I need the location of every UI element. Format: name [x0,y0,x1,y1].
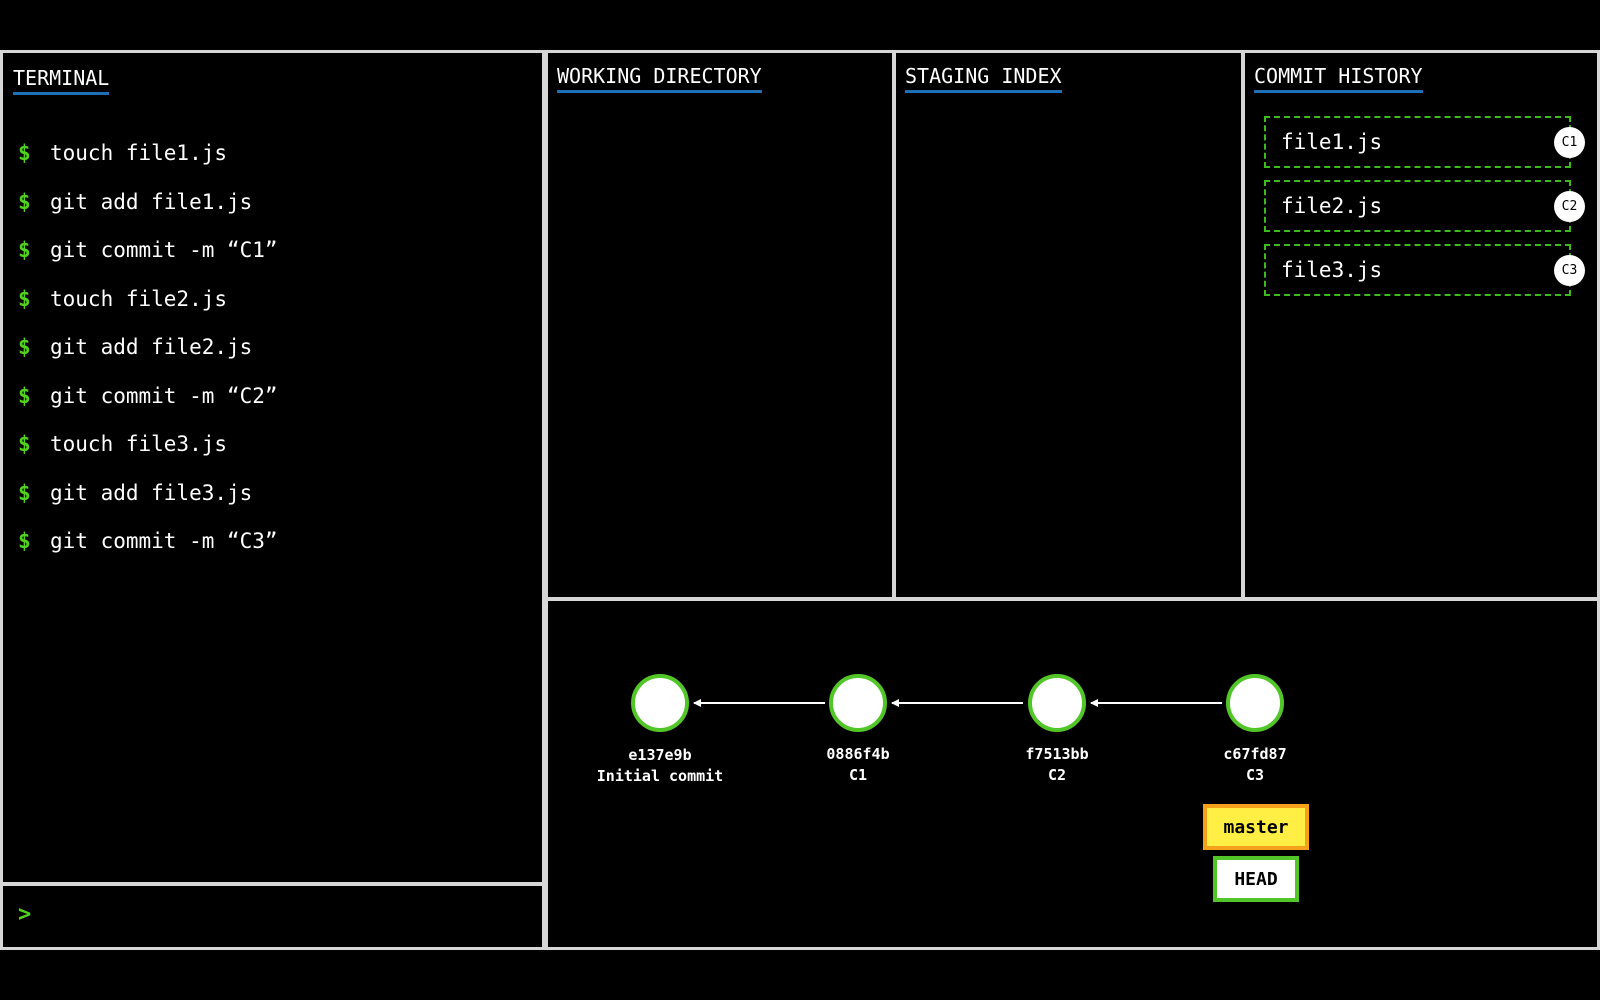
working-directory-title: WORKING DIRECTORY [557,66,762,93]
prompt-symbol: $ [18,480,31,505]
command-text: git add file3.js [50,480,253,505]
file-name: file3.js [1281,258,1383,282]
commit-badge: C1 [1554,127,1585,158]
command-text: git add file1.js [50,189,253,214]
terminal-title: TERMINAL [13,68,110,95]
committed-file[interactable]: file3.js C3 [1264,244,1585,296]
command-text: git commit -m “C2” [50,383,278,408]
command-text: git commit -m “C3” [50,529,278,554]
commit-graph-panel: e137e9b Initial commit 0886f4b C1 f7513b… [545,598,1600,950]
command-line: $ git commit -m “C2” [18,372,278,421]
commit-hash: c67fd87 [1223,745,1287,763]
command-input[interactable]: > [0,883,545,950]
commit-message: C3 [1245,766,1265,784]
committed-file[interactable]: file2.js C2 [1264,180,1585,232]
staging-index-panel: STAGING INDEX [893,50,1244,600]
commit-label: 0886f4b C1 [773,744,943,786]
command-line: $ touch file3.js [18,420,278,469]
commit-label: c67fd87 C3 [1170,744,1340,786]
command-text: touch file1.js [50,141,228,166]
branch-label-master[interactable]: master [1203,804,1309,850]
command-line: $ git add file3.js [18,469,278,518]
command-line: $ touch file2.js [18,275,278,324]
command-text: git commit -m “C1” [50,238,278,263]
commit-node[interactable] [829,674,887,732]
committed-file[interactable]: file1.js C1 [1264,116,1585,168]
command-line: $ touch file1.js [18,129,278,178]
file-name: file2.js [1281,194,1383,218]
command-text: touch file3.js [50,432,228,457]
head-pointer[interactable]: HEAD [1213,856,1299,902]
prompt-symbol: $ [18,383,31,408]
file-name: file1.js [1281,130,1383,154]
commit-label: f7513bb C2 [972,744,1142,786]
working-directory-panel: WORKING DIRECTORY [545,50,895,600]
prompt-symbol: $ [18,529,31,554]
commit-hash: e137e9b [628,746,692,764]
commit-node[interactable] [631,674,689,732]
commit-message: Initial commit [596,767,724,785]
prompt-symbol: $ [18,335,31,360]
command-history: $ touch file1.js $ git add file1.js $ git c… [18,129,278,566]
commit-history-panel: COMMIT HISTORY file1.js C1 file2.js C2 f… [1242,50,1600,600]
command-line: $ git add file2.js [18,323,278,372]
command-text: git add file2.js [50,335,253,360]
commit-badge: C3 [1554,255,1585,286]
prompt-symbol: $ [18,286,31,311]
command-line: $ git add file1.js [18,178,278,227]
terminal-panel: TERMINAL $ touch file1.js $ git add file1.… [0,50,545,885]
commit-message: C2 [1047,766,1067,784]
commit-message: C1 [848,766,868,784]
commit-history-title: COMMIT HISTORY [1254,66,1423,93]
command-line: $ git commit -m “C1” [18,226,278,275]
commit-node[interactable] [1028,674,1086,732]
commit-badge: C2 [1554,191,1585,222]
input-prompt: > [18,902,32,927]
command-text: touch file2.js [50,286,228,311]
commit-hash: 0886f4b [826,745,890,763]
prompt-symbol: $ [18,238,31,263]
commit-hash: f7513bb [1025,745,1089,763]
prompt-symbol: $ [18,189,31,214]
prompt-symbol: $ [18,141,31,166]
prompt-symbol: $ [18,432,31,457]
commit-node[interactable] [1226,674,1284,732]
command-line: $ git commit -m “C3” [18,517,278,566]
commit-label: e137e9b Initial commit [575,745,745,787]
staging-index-title: STAGING INDEX [905,66,1062,93]
